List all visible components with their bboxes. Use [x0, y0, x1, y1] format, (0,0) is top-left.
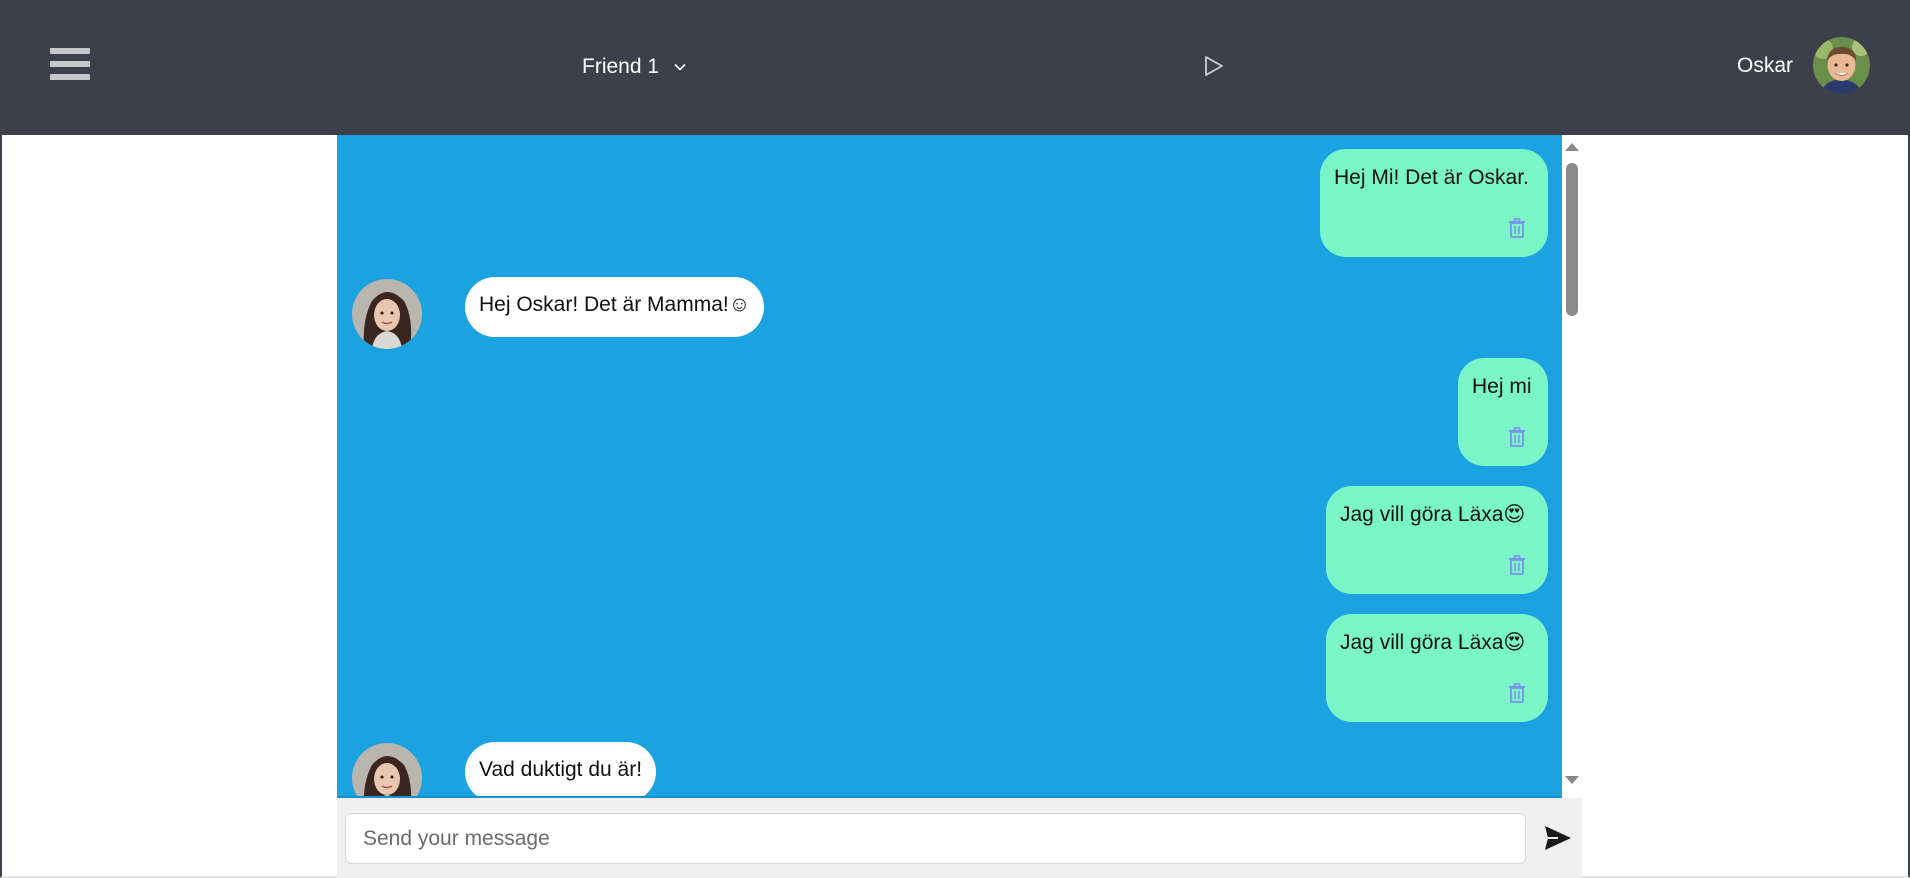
message-text: Jag vill göra Läxa😍: [1340, 631, 1526, 654]
user-name: Oskar: [1737, 54, 1794, 77]
message-input[interactable]: [345, 813, 1526, 864]
message-sent: Hej mi: [1458, 358, 1548, 466]
trash-icon[interactable]: [1508, 683, 1526, 703]
message-sent: Hej Mi! Det är Oskar.: [1320, 149, 1548, 257]
chat-scrollbar[interactable]: [1562, 135, 1582, 798]
chevron-down-icon: [674, 63, 686, 71]
app-window: Friend 1 Oskar Hej Mi! Det är Oskar. Hej…: [0, 0, 1910, 878]
message-sent: Jag vill göra Läxa😍: [1326, 614, 1548, 722]
message-text: Hej Oskar! Det är Mamma!☺: [479, 293, 751, 316]
message-text: Jag vill göra Läxa😍: [1340, 503, 1526, 526]
top-bar: Friend 1 Oskar: [2, 0, 1910, 135]
send-icon[interactable]: [1543, 824, 1573, 852]
friend-avatar: [352, 743, 422, 796]
trash-icon[interactable]: [1508, 427, 1526, 447]
message-text: Hej mi: [1472, 375, 1532, 398]
scroll-down-arrow[interactable]: [1565, 776, 1579, 784]
trash-icon[interactable]: [1508, 218, 1526, 238]
friend-selector-label: Friend 1: [582, 55, 660, 78]
friend-selector[interactable]: Friend 1: [582, 52, 687, 82]
message-composer: [337, 798, 1582, 878]
user-avatar[interactable]: [1813, 37, 1870, 94]
play-icon[interactable]: [1201, 54, 1225, 78]
scroll-up-arrow[interactable]: [1565, 143, 1579, 151]
message-text: Hej Mi! Det är Oskar.: [1334, 166, 1529, 189]
message-received: Hej Oskar! Det är Mamma!☺: [465, 277, 765, 337]
trash-icon[interactable]: [1508, 555, 1526, 575]
message-received: Vad duktigt du är!: [465, 742, 657, 796]
message-sent: Jag vill göra Läxa😍: [1326, 486, 1548, 594]
friend-avatar: [352, 279, 422, 349]
chat-area[interactable]: Hej Mi! Det är Oskar. Hej Oskar! Det är …: [337, 135, 1562, 798]
scroll-thumb[interactable]: [1566, 163, 1578, 316]
message-text: Vad duktigt du är!: [479, 758, 643, 781]
hamburger-menu-icon[interactable]: [50, 48, 90, 85]
